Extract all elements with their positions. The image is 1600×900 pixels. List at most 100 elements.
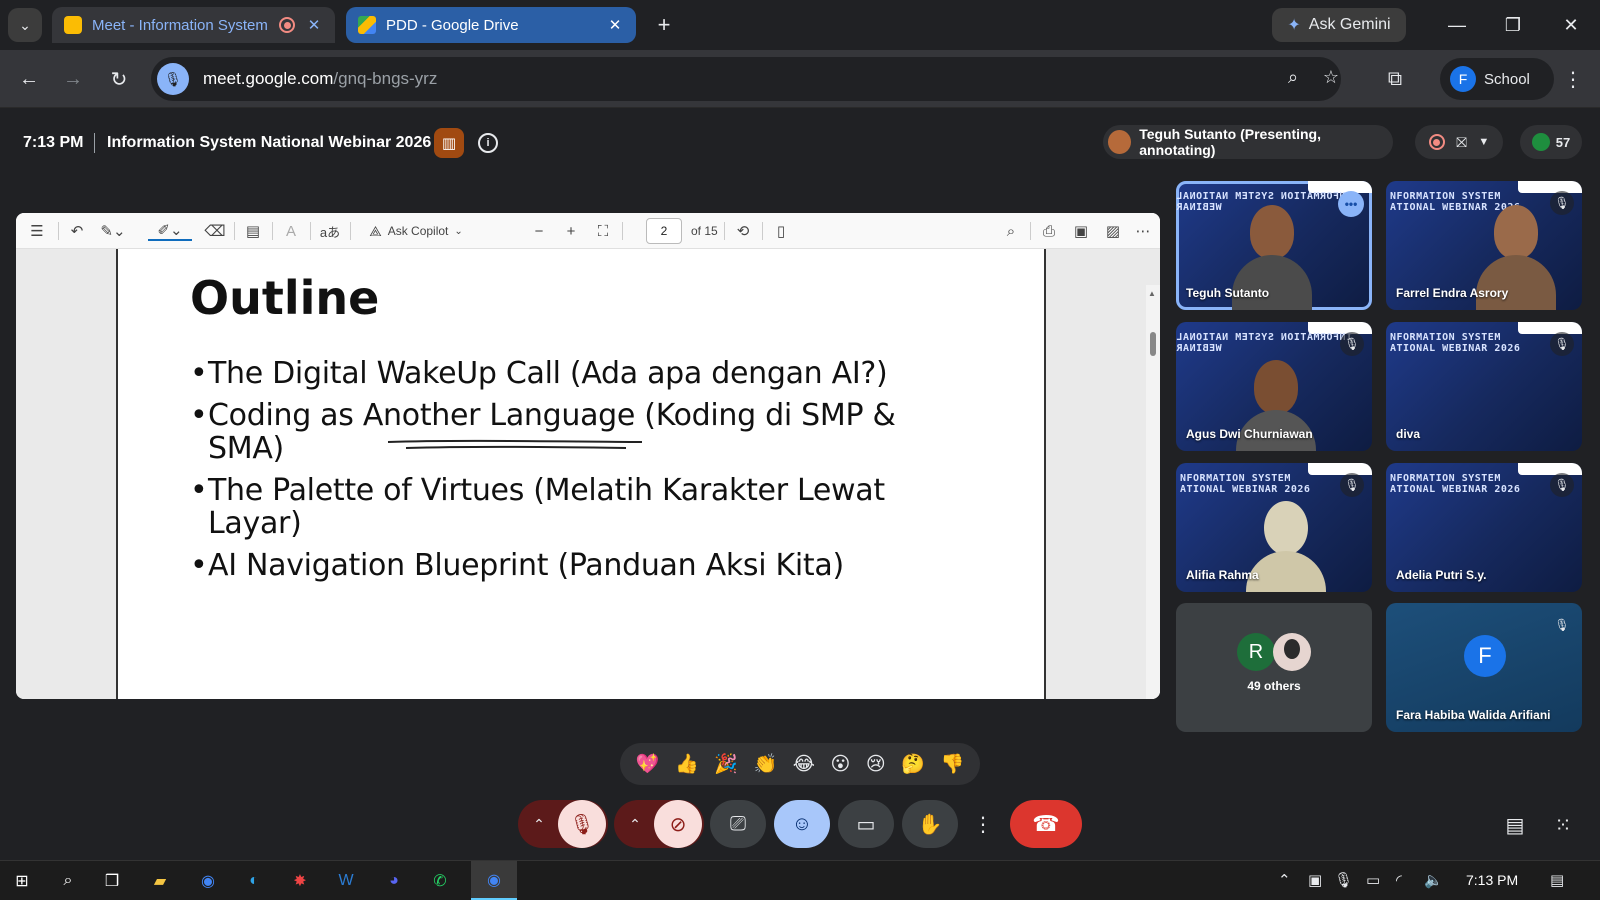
recording-status[interactable]: ⛝ ▼ [1415,125,1503,159]
tab-meet[interactable]: Meet - Information System ✕ [52,7,335,43]
eraser-icon[interactable]: ⌫ [204,221,226,241]
chevron-up-icon[interactable]: ⌃ [1278,871,1291,889]
others-tile[interactable]: R 49 others [1176,603,1372,732]
participant-tile[interactable]: NFORMATION SYSTEM ATIONAL WEBINAR 2026 🎙… [1386,463,1582,592]
address-bar[interactable]: 🎙 meet.google.com/gnq-bngs-yrz ⌕ ☆ [151,57,1341,101]
microphone-icon[interactable]: 🎙 [157,63,189,95]
edge-icon[interactable]: ◐ [240,867,268,895]
file-explorer-icon[interactable]: ▰ [146,867,174,895]
pdf-scrollbar[interactable]: ▲ ▼ [1146,285,1160,699]
participant-tile[interactable]: F 🎙 Fara Habiba Walida Arifiani [1386,603,1582,732]
page-view-icon[interactable]: ▯ [770,221,792,241]
taskbar-clock[interactable]: 7:13 PM [1466,872,1518,888]
laugh-reaction-button[interactable]: 😂 [793,753,815,776]
search-icon[interactable]: ⌕ [54,867,82,895]
highlight-icon[interactable]: ✎⌄ [96,221,130,241]
close-window-button[interactable]: ✕ [1556,10,1586,40]
battery-icon[interactable]: ▭ [1366,871,1380,889]
participant-tile[interactable]: NFORMATION SYSTEM ATIONAL WEBINAR 2026 🎙… [1386,181,1582,310]
draw-icon[interactable]: ✐⌄ [148,221,192,241]
reactions-button[interactable]: ☺ [774,800,830,848]
video-settings-chevron-icon[interactable]: ⌃ [616,800,654,848]
translate-icon[interactable]: aあ [318,221,342,241]
audio-settings-chevron-icon[interactable]: ⌃ [520,800,558,848]
mic-in-use-icon[interactable]: 🎙 [1334,871,1353,889]
undo-icon[interactable]: ↶ [66,221,88,241]
presenter-indicator[interactable]: Teguh Sutanto (Presenting, annotating) [1103,125,1393,159]
app-icon[interactable]: ✸ [286,867,314,895]
tab-drive[interactable]: PDD - Google Drive ✕ [346,7,636,43]
camera-off-button[interactable]: ⊘ [654,800,702,848]
ask-copilot-button[interactable]: ⟁ Ask Copilot ⌄ [360,221,472,241]
volume-icon[interactable]: 🔈 [1424,871,1443,889]
participant-tile[interactable]: NFORMATION SYSTEM ATIONAL WEBINAR 2026 🎙… [1176,463,1372,592]
forward-button[interactable]: → [58,64,88,94]
page-number-input[interactable]: 2 [646,218,682,244]
save-as-icon[interactable]: ▨ [1102,221,1124,241]
chrome-icon[interactable]: ◉ [194,867,222,895]
search-icon[interactable]: ⌕ [1000,221,1022,241]
windows-start-icon[interactable]: ⊞ [8,867,36,895]
chrome-active-icon[interactable]: ◉ [471,861,517,900]
close-icon[interactable]: ✕ [606,16,624,34]
meeting-info-icon[interactable]: i [478,133,498,153]
restore-button[interactable]: ❐ [1498,10,1528,40]
divider [310,222,311,240]
sad-reaction-button[interactable]: 😢 [866,753,886,776]
close-icon[interactable]: ✕ [305,16,323,34]
thinking-reaction-button[interactable]: 🤔 [901,752,925,776]
thumbs-down-reaction-button[interactable]: 👎 [940,752,964,776]
ask-gemini-button[interactable]: ✦ Ask Gemini [1272,8,1406,42]
party-reaction-button[interactable]: 🎉 [714,752,738,776]
word-icon[interactable]: W [332,867,360,895]
wifi-icon[interactable]: ◜ [1396,871,1402,889]
notifications-icon[interactable]: ▤ [1550,871,1564,889]
scroll-thumb[interactable] [1150,332,1156,356]
zoom-out-icon[interactable]: − [528,221,550,241]
raise-hand-button[interactable]: ✋ [902,800,958,848]
browser-menu-button[interactable]: ⋮ [1558,64,1588,94]
clap-reaction-button[interactable]: 👏 [753,752,777,776]
participant-tile[interactable]: NFORMATION SYSTEM ATIONAL WEBINAR 2026 🎙… [1386,322,1582,451]
fit-page-icon[interactable]: ⛶ [592,221,614,241]
camera-in-use-icon[interactable]: ▣ [1308,871,1322,889]
save-icon[interactable]: ▣ [1070,221,1092,241]
host-controls-building-icon[interactable]: ▥ [434,128,464,158]
bookmark-star-icon[interactable]: ☆ [1319,67,1343,88]
chat-button[interactable]: ▤ [1502,812,1528,838]
people-button[interactable]: 57 [1520,125,1582,159]
present-screen-button[interactable]: ⎚ [710,800,766,848]
zoom-in-icon[interactable]: + [560,221,582,241]
text-box-icon[interactable]: ▤ [242,221,264,241]
scroll-up-icon[interactable]: ▲ [1148,289,1156,298]
rotate-icon[interactable]: ⟲ [732,221,754,241]
back-button[interactable]: ← [14,64,44,94]
whatsapp-icon[interactable]: ✆ [426,867,454,895]
read-aloud-icon[interactable]: A [280,221,302,241]
more-options-icon[interactable]: ••• [1338,191,1364,217]
captions-button[interactable]: ▭ [838,800,894,848]
pdf-document-area[interactable]: Outline The Digital WakeUp Call (Ada apa… [16,249,1160,699]
leave-call-button[interactable]: ☎ [1010,800,1082,848]
list-item: The Palette of Virtues (Melatih Karakter… [190,474,960,540]
mic-off-button[interactable]: 🎙 [558,800,606,848]
reload-button[interactable]: ↻ [104,64,134,94]
new-tab-button[interactable]: + [650,11,678,39]
task-view-icon[interactable]: ❒ [98,867,126,895]
zoom-icon[interactable]: ⌕ [1281,67,1305,88]
minimize-button[interactable]: — [1442,10,1472,40]
discord-icon[interactable]: ◕ [380,867,408,895]
participant-tile[interactable]: INFORMATION SYSTEM NATIONAL WEBINAR ••• … [1176,181,1372,310]
thumbs-up-reaction-button[interactable]: 👍 [675,752,699,776]
extensions-button[interactable]: ⧉ [1380,64,1410,94]
more-horizontal-icon[interactable]: ⋯ [1132,221,1154,241]
profile-button[interactable]: F School [1440,58,1554,100]
contents-list-icon[interactable]: ☰ [26,221,48,241]
participant-tile[interactable]: INFORMATION SYSTEM NATIONAL WEBINAR 🎙 Ag… [1176,322,1372,451]
print-icon[interactable]: ⎙ [1038,221,1060,241]
more-options-button[interactable]: ⋮ [966,800,1000,848]
activities-button[interactable]: ⁙ [1550,812,1576,838]
surprised-reaction-button[interactable]: 😮 [830,753,850,776]
tab-search-button[interactable]: ⌄ [8,8,42,42]
heart-reaction-button[interactable]: 💖 [636,752,660,776]
